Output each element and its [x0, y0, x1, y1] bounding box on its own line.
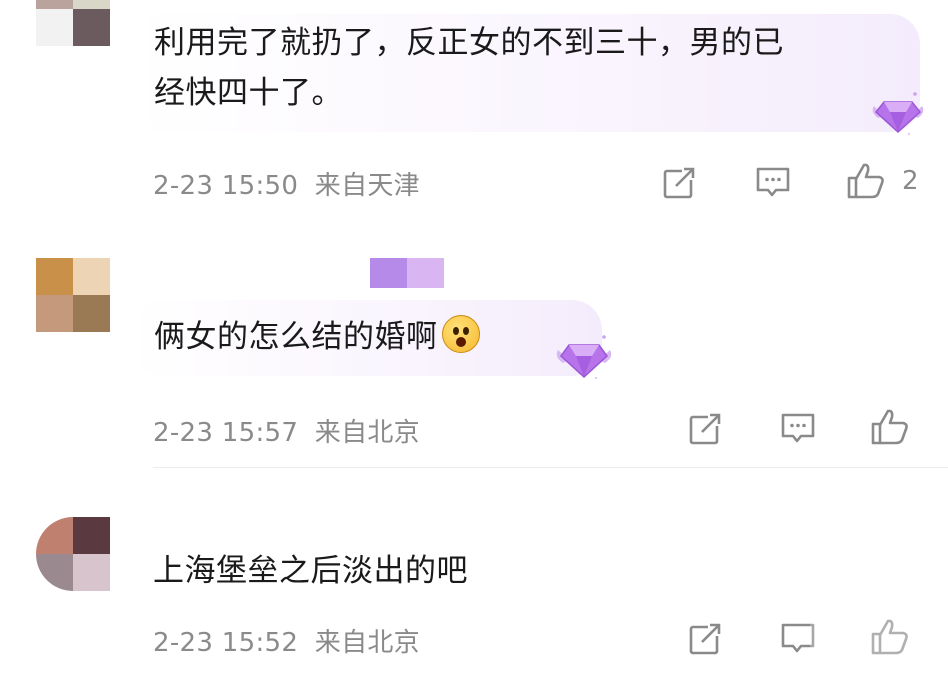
comment-item: 上海堡垒之后淡出的吧 2-23 15:52 来自北京 [0, 0, 948, 674]
location: 来自北京 [314, 628, 420, 658]
comment-list: 利用完了就扔了，反正女的不到三十，男的已 经快四十了。 2-23 15:50 来… [0, 0, 948, 674]
avatar[interactable] [36, 517, 110, 591]
timestamp: 2-23 15:52 [153, 628, 299, 658]
thumbs-up-icon[interactable] [870, 618, 910, 656]
share-icon[interactable] [688, 622, 724, 656]
comment-text: 上海堡垒之后淡出的吧 [153, 553, 468, 589]
comment-meta: 2-23 15:52 来自北京 [153, 622, 420, 659]
